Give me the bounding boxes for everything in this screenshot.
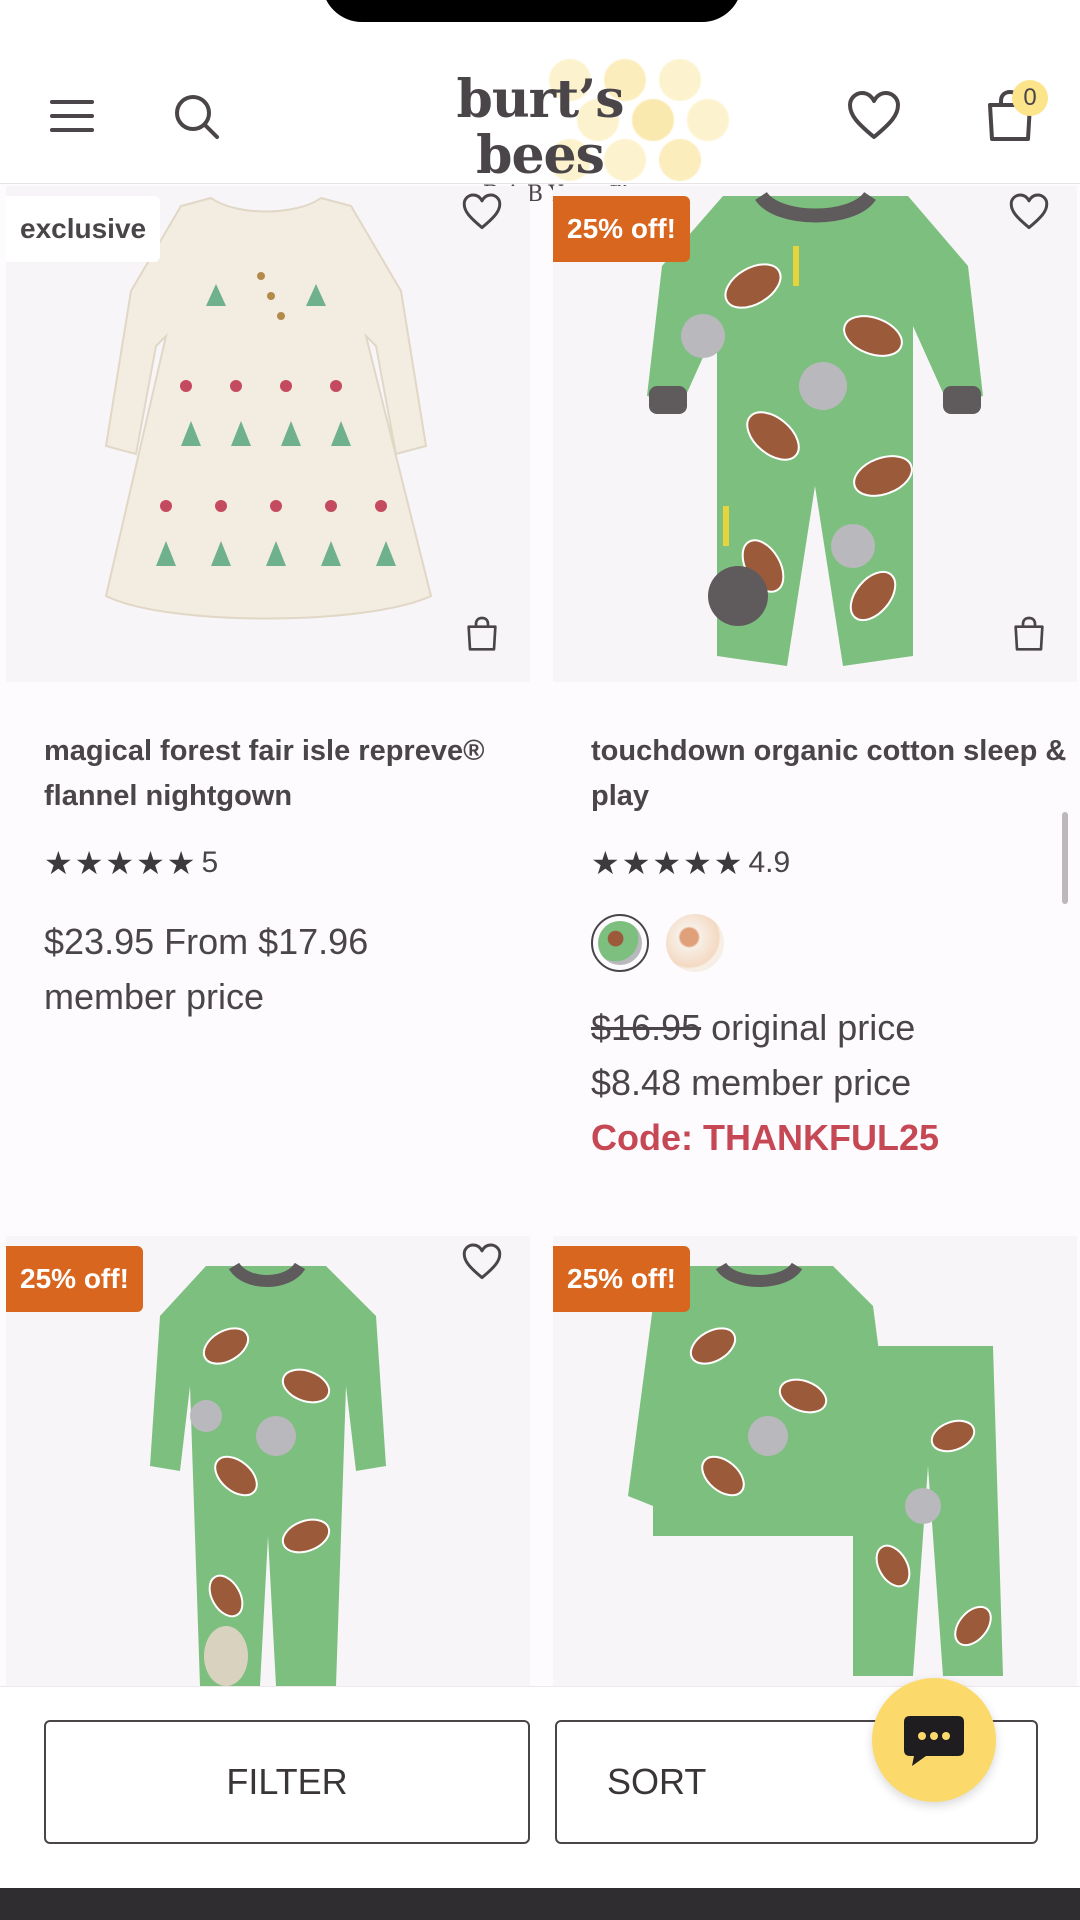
heart-icon	[848, 91, 900, 139]
color-swatch[interactable]	[666, 914, 724, 972]
star-rating-icons: ★★★★★	[44, 845, 198, 881]
product-image[interactable]: exclusive	[6, 186, 530, 682]
cart-count-badge: 0	[1012, 80, 1048, 116]
chat-button[interactable]	[872, 1678, 996, 1802]
product-rating: ★★★★★ 5	[44, 844, 218, 882]
star-rating-icons: ★★★★★	[591, 845, 745, 881]
swatch-football-print	[598, 921, 642, 965]
original-price-label: original price	[711, 1007, 916, 1048]
device-notch	[322, 0, 742, 22]
rating-value: 4.9	[748, 846, 791, 879]
wishlist-button[interactable]	[844, 86, 904, 146]
color-swatch-selected[interactable]	[591, 914, 649, 972]
product-price: $23.95 From $17.96 member price	[44, 914, 524, 1024]
system-navigation-bar	[0, 1888, 1080, 1920]
price-range: $23.95 From $17.96	[44, 921, 369, 962]
rating-value: 5	[201, 846, 219, 879]
product-image[interactable]: 25% off!	[553, 1236, 1077, 1686]
add-to-bag-icon[interactable]	[1011, 616, 1047, 652]
search-icon	[175, 95, 219, 139]
menu-button[interactable]	[42, 86, 102, 146]
product-title[interactable]: magical forest fair isle repreve® flanne…	[44, 729, 524, 819]
heart-icon[interactable]	[462, 1242, 502, 1282]
original-price: $16.95	[591, 1007, 702, 1048]
menu-icon	[50, 100, 94, 104]
chat-bubble-icon	[904, 1716, 964, 1766]
original-price-row: $16.95 original price	[591, 1000, 1071, 1055]
filter-button[interactable]: FILTER	[44, 1720, 530, 1844]
product-title[interactable]: touchdown organic cotton sleep & play	[591, 729, 1071, 819]
product-price: $16.95 original price $8.48 member price…	[591, 1000, 1071, 1165]
product-image[interactable]: 25% off!	[6, 1236, 530, 1686]
scrollbar[interactable]	[1062, 812, 1068, 904]
product-rating: ★★★★★ 4.9	[591, 844, 790, 882]
logo-wordmark: burt’s bees	[456, 69, 625, 186]
discount-badge: 25% off!	[553, 1246, 690, 1312]
add-to-bag-icon[interactable]	[464, 616, 500, 652]
site-header: burt’s bees ···BABY···™ 0	[0, 0, 1080, 207]
price-label: member price	[44, 976, 265, 1017]
heart-icon[interactable]	[1009, 192, 1049, 232]
discount-badge: 25% off!	[553, 196, 690, 262]
search-button[interactable]	[166, 86, 226, 146]
discount-badge: 25% off!	[6, 1246, 143, 1312]
promo-code: Code: THANKFUL25	[591, 1117, 939, 1158]
exclusive-badge: exclusive	[6, 196, 161, 262]
product-image[interactable]: 25% off!	[553, 186, 1077, 682]
heart-icon[interactable]	[462, 192, 502, 232]
member-price: $8.48 member price	[591, 1062, 912, 1103]
